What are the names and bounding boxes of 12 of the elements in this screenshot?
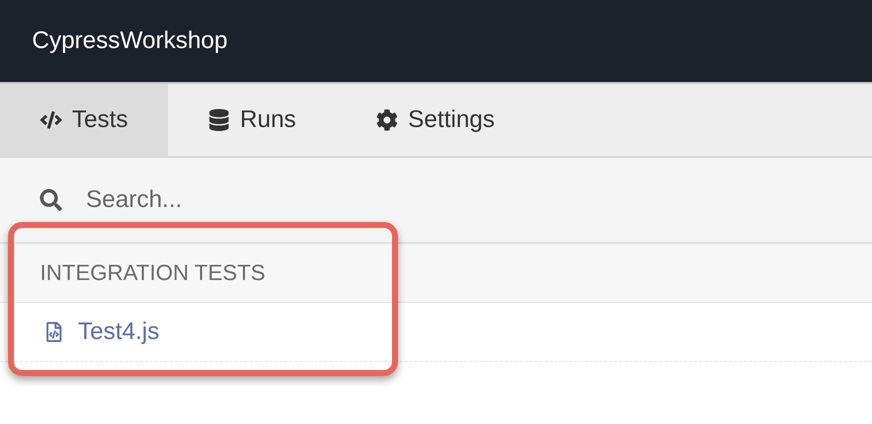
- tab[interactable]: Runs: [168, 84, 336, 156]
- file-item[interactable]: Test4.js: [0, 303, 872, 362]
- app-title: CypressWorkshop: [32, 27, 228, 55]
- database-icon: [208, 109, 230, 131]
- code-icon: [40, 109, 62, 131]
- settings-icon: [376, 109, 398, 131]
- search-icon: [40, 189, 62, 211]
- tab[interactable]: Tests: [0, 84, 168, 156]
- tab[interactable]: Settings: [336, 84, 535, 156]
- file-code-icon: [44, 322, 64, 342]
- search-field[interactable]: Search...: [84, 185, 488, 215]
- section-heading: INTEGRATION TESTS: [0, 244, 872, 303]
